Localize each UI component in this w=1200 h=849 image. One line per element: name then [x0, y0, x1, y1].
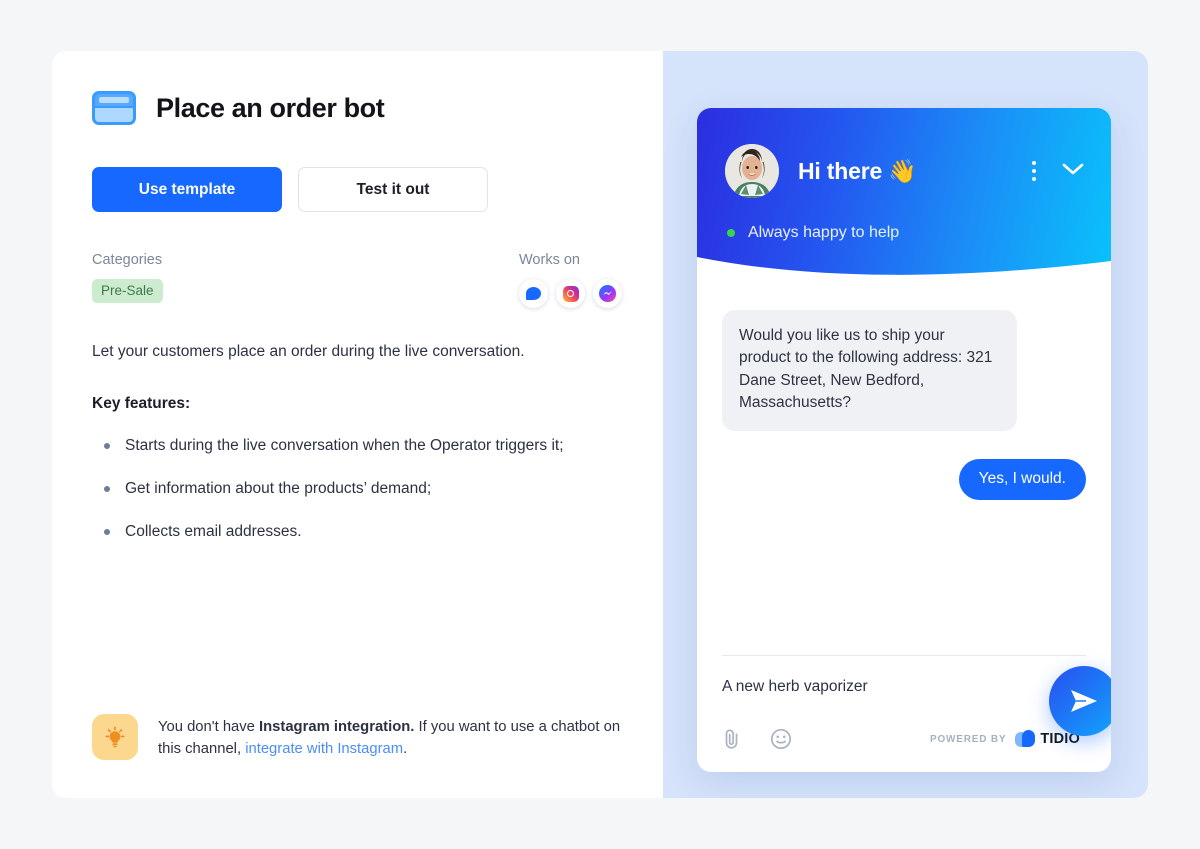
- composer-divider: [722, 655, 1086, 656]
- chat-header-actions: [1029, 158, 1085, 184]
- app-root: Place an order bot Use template Test it …: [0, 0, 1200, 849]
- template-meta: Categories Pre-Sale Works on: [92, 252, 623, 308]
- send-icon: [1071, 690, 1097, 712]
- key-features-list: Starts during the live conversation when…: [92, 435, 623, 543]
- key-features-heading: Key features:: [92, 395, 191, 413]
- lightbulb-icon: [92, 713, 138, 760]
- channel-icon-list: [519, 279, 622, 308]
- list-item: Get information about the products’ dema…: [92, 478, 604, 500]
- message-input[interactable]: A new herb vaporizer: [722, 678, 1086, 696]
- integration-notice: You don't have Instagram integration. If…: [92, 713, 622, 760]
- instagram-glyph: [562, 285, 579, 302]
- messenger-glyph: [599, 285, 616, 302]
- categories-label: Categories: [92, 252, 163, 268]
- chat-message-list: Would you like us to ship your product t…: [697, 286, 1111, 655]
- card-template-icon: [92, 91, 136, 125]
- chat-header-top-row: Hi there 👋: [697, 108, 1111, 198]
- integrate-with-instagram-link[interactable]: integrate with Instagram: [245, 741, 403, 757]
- chat-preview-pane: Hi there 👋 Always happy to help Would yo…: [663, 51, 1148, 798]
- status-badge: Always happy to help: [748, 224, 900, 241]
- live-chat-icon[interactable]: [519, 279, 548, 308]
- works-on-label: Works on: [519, 252, 580, 268]
- composer-toolbar: POWERED BY TIDIO: [722, 728, 1086, 750]
- template-detail-card: Place an order bot Use template Test it …: [52, 51, 1148, 798]
- tidio-mark-icon: [1015, 730, 1036, 748]
- agent-status: Always happy to help: [697, 198, 1111, 242]
- chat-bubble-glyph: [526, 287, 541, 300]
- use-template-button[interactable]: Use template: [92, 167, 282, 212]
- chat-composer: A new herb vaporizer POWERED BY TIDIO: [697, 655, 1111, 772]
- template-description: Let your customers place an order during…: [92, 343, 525, 360]
- status-online-dot: [727, 229, 735, 237]
- page-title: Place an order bot: [156, 92, 385, 123]
- smiley-icon[interactable]: [770, 728, 792, 750]
- card-icon-top-bar: [99, 97, 129, 103]
- paperclip-icon[interactable]: [722, 728, 742, 750]
- powered-by-tidio: POWERED BY TIDIO: [930, 730, 1080, 748]
- list-item: Collects email addresses.: [92, 521, 604, 543]
- card-icon-body: [95, 106, 133, 122]
- notice-text-after: .: [403, 740, 408, 757]
- categories-block: Categories Pre-Sale: [92, 252, 163, 303]
- user-message-bubble: Yes, I would.: [958, 458, 1086, 500]
- kebab-menu-icon[interactable]: [1029, 158, 1039, 184]
- bot-message-bubble: Would you like us to ship your product t…: [722, 310, 1017, 431]
- test-it-out-button[interactable]: Test it out: [298, 167, 488, 212]
- agent-avatar: [725, 144, 779, 198]
- header-wave-shape: [697, 257, 1111, 287]
- chat-greeting: Hi there 👋: [798, 157, 917, 184]
- works-on-block: Works on: [519, 252, 622, 308]
- action-buttons: Use template Test it out: [92, 167, 623, 212]
- chat-widget-header: Hi there 👋 Always happy to help: [697, 108, 1111, 287]
- notice-text-before: You don't have: [158, 718, 260, 735]
- template-header: Place an order bot: [92, 91, 623, 125]
- list-item: Starts during the live conversation when…: [92, 435, 604, 457]
- chevron-down-icon[interactable]: [1061, 162, 1085, 181]
- messenger-icon[interactable]: [593, 279, 622, 308]
- powered-by-label: POWERED BY: [929, 733, 1007, 745]
- notice-text-bold: Instagram integration.: [259, 718, 415, 735]
- chat-widget: Hi there 👋 Always happy to help Would yo…: [697, 108, 1111, 772]
- send-button[interactable]: [1049, 666, 1111, 736]
- category-badge: Pre-Sale: [92, 279, 163, 303]
- integration-notice-text: You don't have Instagram integration. If…: [158, 714, 622, 760]
- template-info-pane: Place an order bot Use template Test it …: [52, 51, 663, 798]
- instagram-icon[interactable]: [556, 279, 585, 308]
